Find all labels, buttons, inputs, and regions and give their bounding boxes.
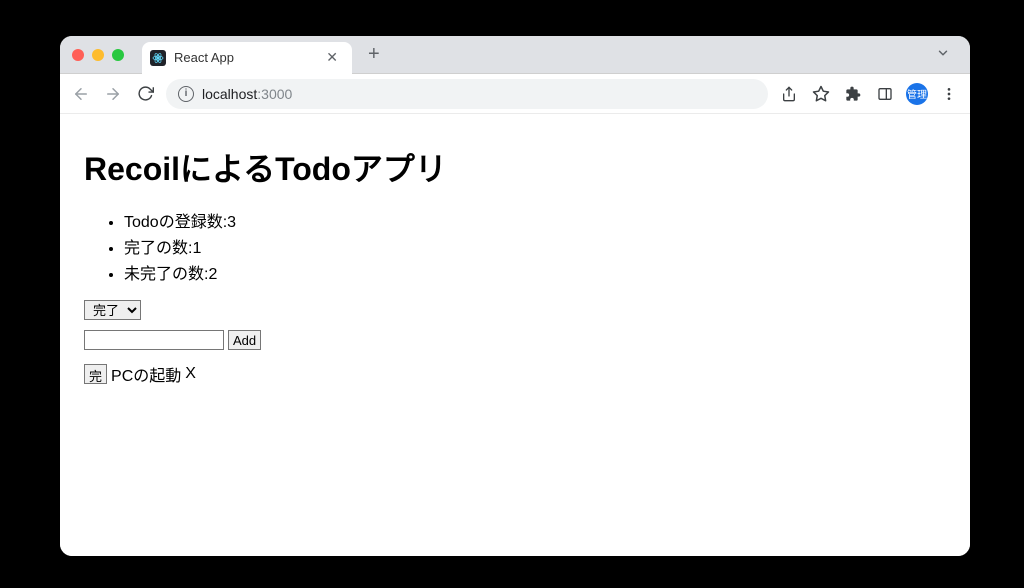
todo-title: PCの起動 — [111, 362, 181, 386]
new-tab-button[interactable]: + — [360, 43, 388, 66]
browser-toolbar: i localhost:3000 管理 — [60, 74, 970, 114]
address-bar[interactable]: i localhost:3000 — [166, 79, 768, 109]
page-content: RecoilによるTodoアプリ Todoの登録数:3 完了の数:1 未完了の数… — [60, 114, 970, 556]
browser-tab[interactable]: React App ✕ — [142, 42, 352, 74]
window-zoom-button[interactable] — [112, 49, 124, 61]
new-todo-input[interactable] — [84, 330, 224, 350]
tab-close-button[interactable]: ✕ — [322, 47, 342, 68]
traffic-lights — [72, 49, 124, 61]
add-button[interactable]: Add — [228, 330, 261, 350]
extensions-icon[interactable] — [842, 83, 864, 105]
window-close-button[interactable] — [72, 49, 84, 61]
url-text: localhost:3000 — [202, 86, 292, 102]
kebab-menu-icon[interactable] — [938, 83, 960, 105]
profile-avatar[interactable]: 管理 — [906, 83, 928, 105]
reload-button[interactable] — [134, 83, 156, 105]
url-port: :3000 — [257, 86, 292, 102]
react-favicon-icon — [150, 50, 166, 66]
todo-item: 完 PCの起動X — [84, 362, 946, 386]
page-heading: RecoilによるTodoアプリ — [84, 144, 946, 190]
browser-window: React App ✕ + i localhost:3000 — [60, 36, 970, 556]
stat-incomplete: 未完了の数:2 — [124, 260, 946, 284]
back-button[interactable] — [70, 83, 92, 105]
site-info-icon[interactable]: i — [178, 86, 194, 102]
url-host: localhost — [202, 86, 257, 102]
bookmark-star-icon[interactable] — [810, 83, 832, 105]
share-icon[interactable] — [778, 83, 800, 105]
sidepanel-icon[interactable] — [874, 83, 896, 105]
todo-toggle-button[interactable]: 完 — [84, 364, 107, 384]
stats-list: Todoの登録数:3 完了の数:1 未完了の数:2 — [84, 208, 946, 284]
window-titlebar: React App ✕ + — [60, 36, 970, 74]
tab-title: React App — [174, 50, 314, 65]
forward-button[interactable] — [102, 83, 124, 105]
tabs-overflow-button[interactable] — [928, 46, 958, 63]
stat-total: Todoの登録数:3 — [124, 208, 946, 232]
filter-select[interactable]: 完了 — [84, 300, 141, 320]
stat-completed: 完了の数:1 — [124, 234, 946, 258]
todo-delete-button[interactable]: X — [185, 365, 196, 383]
window-minimize-button[interactable] — [92, 49, 104, 61]
